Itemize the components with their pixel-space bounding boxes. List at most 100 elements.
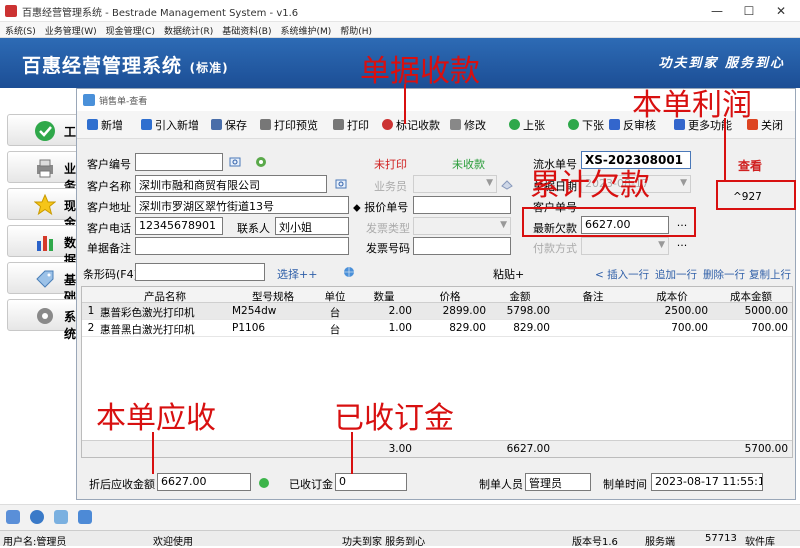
col-amount[interactable]: 金额	[488, 289, 552, 304]
quote-no-label: ⬥ 报价单号	[353, 201, 409, 214]
copy-row-link[interactable]: 复制上行	[749, 267, 791, 282]
nav-label: 工	[64, 125, 77, 139]
pay-method-select[interactable]: ▼	[581, 237, 669, 255]
annotation-pointer	[351, 432, 353, 474]
customer-no-input[interactable]	[135, 153, 223, 171]
child-title: 销售单-查看	[99, 97, 148, 107]
save-button[interactable]: 保存	[211, 117, 247, 133]
new-button[interactable]: 新增	[87, 117, 123, 133]
search-icon[interactable]	[54, 510, 68, 524]
salesman-select[interactable]: ▼	[413, 175, 497, 193]
maker-input[interactable]: 管理员	[525, 473, 591, 491]
menu-maintenance[interactable]: 系统维护(M)	[275, 22, 335, 37]
status-bar: 用户名:管理员 欢迎使用 功夫到家 服务到心 版本号1.6 服务端 57713 …	[0, 530, 800, 548]
menu-stats[interactable]: 数据统计(R)	[159, 22, 217, 37]
annotation-debt: 累计欠款	[530, 168, 650, 203]
tag-icon	[36, 270, 54, 288]
customer-name-input[interactable]: 深圳市融和商贸有限公司	[135, 175, 327, 193]
print-button[interactable]: 打印	[333, 117, 369, 133]
menu-help[interactable]: 帮助(H)	[335, 22, 376, 37]
barcode-input[interactable]	[135, 263, 265, 281]
eraser-icon[interactable]	[501, 178, 513, 190]
print-preview-button[interactable]: 打印预览	[260, 117, 318, 133]
bar-chart-icon	[37, 236, 53, 251]
search-icon[interactable]	[229, 156, 241, 168]
table-row[interactable]: 1 惠普彩色激光打印机 M254dw 台 2.00 2899.00 5798.0…	[82, 303, 792, 320]
col-cost[interactable]: 成本价	[634, 289, 710, 304]
insert-row-link[interactable]: < 插入一行	[595, 267, 649, 282]
next-record-button[interactable]: 下张	[568, 117, 604, 133]
contact-input[interactable]: 刘小姐	[275, 217, 349, 235]
print-status: 未打印	[374, 158, 407, 171]
home-icon[interactable]	[6, 510, 20, 524]
plus-icon	[141, 119, 152, 130]
menu-business[interactable]: 业务管理(W)	[40, 22, 101, 37]
col-unit[interactable]: 单位	[316, 289, 354, 304]
contact-label: 联系人	[237, 222, 270, 235]
nav-item-system[interactable]: 系统	[7, 299, 81, 341]
table-row[interactable]: 2 惠普黑白激光打印机 P1106 台 1.00 829.00 829.00 7…	[82, 320, 792, 337]
nav-item-work[interactable]: 工	[7, 114, 81, 146]
nav-item-cash[interactable]: 现金	[7, 188, 81, 230]
globe-icon[interactable]	[343, 266, 355, 278]
append-row-link[interactable]: 追加一行	[655, 267, 697, 282]
save-icon	[211, 119, 222, 130]
document-icon[interactable]	[78, 510, 92, 524]
col-cost-amount[interactable]: 成本金额	[712, 289, 790, 304]
total-qty: 3.00	[388, 443, 412, 455]
col-qty[interactable]: 数量	[356, 289, 412, 304]
menu-basic[interactable]: 基础资料(B)	[217, 22, 275, 37]
delete-row-link[interactable]: 删除一行	[703, 267, 745, 282]
col-model[interactable]: 型号规格	[232, 289, 314, 304]
col-remark[interactable]: 备注	[554, 289, 632, 304]
deposit-input[interactable]: 0	[335, 473, 407, 491]
close-button[interactable]: 关闭	[747, 117, 783, 133]
printer-icon	[37, 159, 53, 178]
customer-phone-input[interactable]: 12345678901	[135, 217, 223, 235]
receivable-input[interactable]: 6627.00	[157, 473, 251, 491]
import-new-button[interactable]: 引入新增	[141, 117, 199, 133]
minimize-button[interactable]: —	[702, 2, 732, 20]
view-profit-link[interactable]: 查看	[738, 157, 762, 174]
mark-payment-icon	[382, 119, 393, 130]
invoice-no-input[interactable]	[413, 237, 511, 255]
salesman-label: 业务员	[374, 180, 407, 193]
nav-item-basic[interactable]: 基础	[7, 262, 81, 304]
invoice-type-select[interactable]: ▼	[413, 217, 511, 235]
clock-icon[interactable]	[30, 510, 44, 524]
edit-button[interactable]: 修改	[450, 117, 486, 133]
customer-name-label: 客户名称	[87, 180, 131, 193]
close-window-button[interactable]: ✕	[766, 2, 796, 20]
customer-addr-label: 客户地址	[87, 201, 131, 214]
prev-record-button[interactable]: 上张	[509, 117, 545, 133]
menu-cash[interactable]: 现金管理(C)	[101, 22, 159, 37]
customer-no-label: 客户编号	[87, 158, 131, 171]
search-icon[interactable]	[335, 178, 347, 190]
deposit-label: 已收订金	[289, 478, 333, 491]
annotation-deposit: 已收订金	[334, 401, 454, 436]
remark-input[interactable]	[135, 237, 349, 255]
bottom-toolbar	[0, 504, 800, 530]
star-icon	[34, 194, 56, 216]
col-product-name[interactable]: 产品名称	[100, 289, 230, 304]
print-icon	[333, 119, 344, 130]
select-products-link[interactable]: 选择++	[277, 266, 317, 282]
quote-no-input[interactable]	[413, 196, 511, 214]
nav-item-data[interactable]: 数据	[7, 225, 81, 267]
paste-button[interactable]: 粘贴+	[493, 266, 524, 282]
mark-payment-button[interactable]: 标记收款	[382, 117, 440, 133]
status-port: 57713	[705, 533, 737, 544]
customer-addr-input[interactable]: 深圳市罗湖区翠竹街道13号	[135, 196, 349, 214]
window-title: 百惠经营管理系统 - Bestrade Management System - …	[22, 8, 299, 19]
menu-system[interactable]: 系统(S)	[0, 22, 40, 37]
pay-method-detail-button[interactable]: ...	[672, 237, 692, 253]
plus-icon	[87, 119, 98, 130]
make-time-input[interactable]: 2023-08-17 11:55:15	[651, 473, 763, 491]
remark-label: 单据备注	[87, 242, 131, 255]
refresh-icon[interactable]	[255, 156, 267, 168]
customer-phone-label: 客户电话	[87, 222, 131, 235]
col-price[interactable]: 价格	[414, 289, 486, 304]
nav-item-business[interactable]: 业务	[7, 151, 81, 193]
maximize-button[interactable]: ☐	[734, 2, 764, 20]
banner-slogan: 功夫到家 服务到心	[658, 56, 785, 71]
